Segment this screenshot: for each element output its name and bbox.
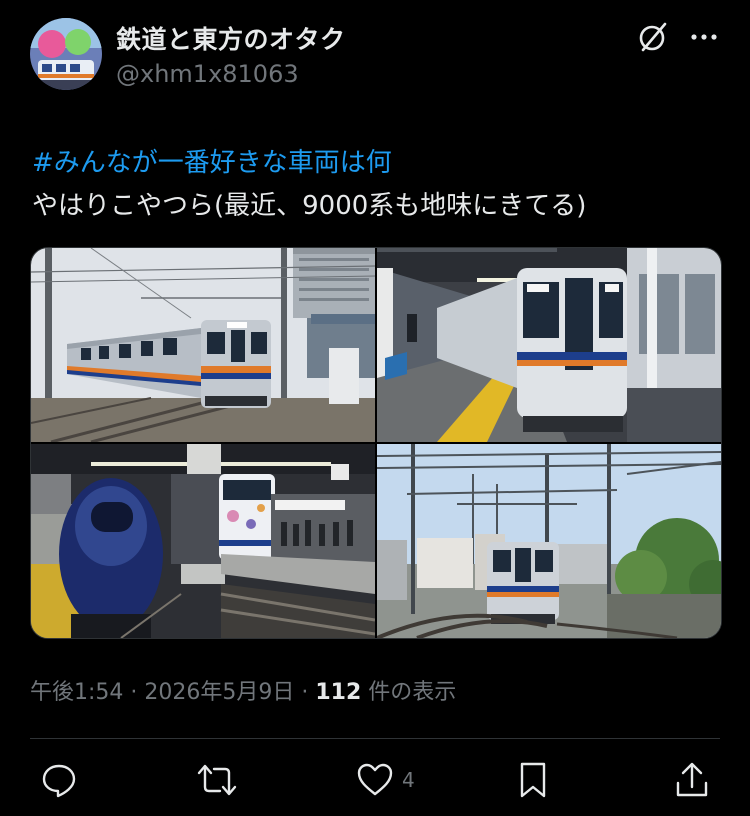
display-name[interactable]: 鉄道と東方のオタク bbox=[116, 20, 346, 56]
post-time[interactable]: 午後1:54 bbox=[30, 680, 123, 705]
photo-1[interactable] bbox=[31, 248, 375, 442]
post-meta: 午後1:54 · 2026年5月9日 · 112 件の表示 bbox=[30, 674, 456, 706]
reply-icon bbox=[42, 764, 76, 798]
meta-separator: · bbox=[123, 680, 145, 705]
bookmark-icon bbox=[520, 762, 546, 798]
grok-icon bbox=[639, 22, 667, 52]
avatar[interactable] bbox=[30, 18, 102, 90]
station-photo-image bbox=[31, 444, 375, 638]
hashtag-link[interactable]: #みんなが一番好きな車両は何 bbox=[32, 142, 392, 179]
bookmark-button[interactable] bbox=[518, 760, 548, 800]
media-grid bbox=[30, 247, 722, 639]
more-icon bbox=[691, 34, 717, 40]
post-date[interactable]: 2026年5月9日 bbox=[144, 680, 294, 705]
train-photo-image bbox=[31, 248, 375, 442]
post: 鉄道と東方のオタク @xhm1x81063 #みんなが一番好きな車両は何 やはり… bbox=[0, 0, 750, 816]
handle[interactable]: @xhm1x81063 bbox=[116, 60, 299, 88]
post-text: やはりこやつら(最近、9000系も地味にきてる) bbox=[32, 191, 587, 221]
grok-button[interactable] bbox=[634, 18, 672, 56]
photo-2[interactable] bbox=[377, 248, 721, 442]
catenary-photo-image bbox=[377, 444, 721, 638]
views-count: 112 bbox=[315, 680, 362, 705]
repost-button[interactable] bbox=[196, 760, 238, 800]
share-button[interactable] bbox=[674, 760, 710, 800]
more-button[interactable] bbox=[684, 18, 724, 56]
reply-button[interactable] bbox=[40, 760, 78, 800]
like-button[interactable]: 4 bbox=[356, 760, 415, 800]
meta-separator: · bbox=[294, 680, 316, 705]
like-icon bbox=[357, 763, 393, 796]
divider bbox=[30, 738, 720, 739]
avatar-image bbox=[30, 18, 102, 90]
share-icon bbox=[676, 762, 708, 797]
photo-3[interactable] bbox=[31, 444, 375, 638]
repost-icon bbox=[197, 764, 237, 796]
platform-photo-image bbox=[377, 248, 721, 442]
like-count: 4 bbox=[402, 768, 415, 792]
photo-4[interactable] bbox=[377, 444, 721, 638]
views-label: 件の表示 bbox=[361, 680, 457, 705]
